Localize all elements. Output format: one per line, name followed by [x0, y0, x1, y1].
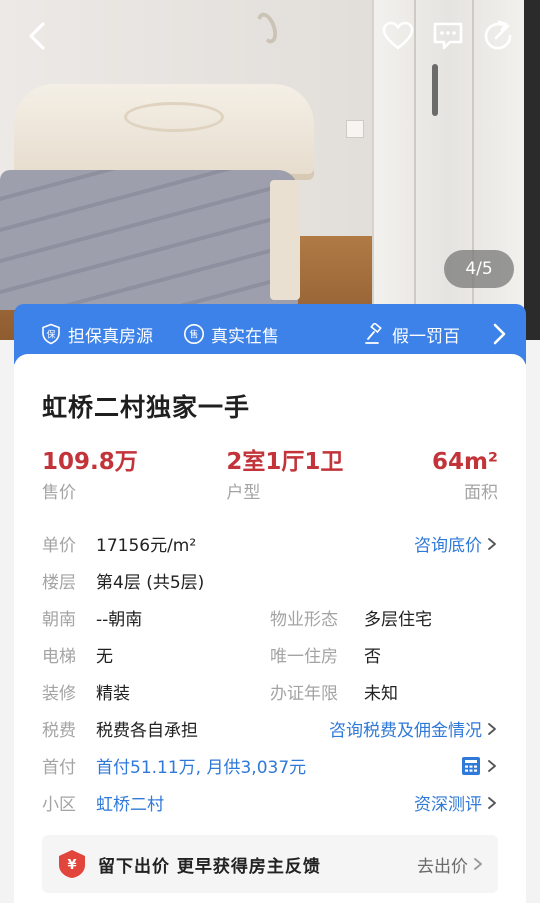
- photo-outlet: [346, 120, 364, 138]
- stat-label: 面积: [463, 483, 498, 503]
- community-link[interactable]: 虹桥二村: [96, 790, 164, 815]
- stat-label: 售价: [42, 483, 76, 503]
- guarantee-label: 担保真房源: [68, 326, 153, 347]
- shield-icon: 保: [42, 323, 60, 345]
- chevron-right-icon: [488, 722, 496, 735]
- row-key: 朝南: [42, 610, 76, 630]
- svg-text:¥: ¥: [67, 858, 76, 873]
- row-key: 办证年限: [270, 684, 338, 704]
- guarantee-item-real-listing[interactable]: 保 担保真房源: [40, 322, 153, 347]
- guarantee-label: 真实在售: [211, 326, 279, 347]
- offer-badge-icon: ¥: [59, 850, 85, 878]
- row-unit-price: 单价 17156元/m² 咨询底价: [42, 525, 498, 562]
- row-tax: 税费 税费各自承担 咨询税费及佣金情况: [42, 710, 498, 747]
- make-offer-banner[interactable]: ¥ 留下出价 更早获得房主反馈 去出价: [42, 835, 498, 893]
- stat-label: 户型: [226, 483, 261, 503]
- go-offer-button[interactable]: 去出价: [417, 852, 484, 877]
- stat-area: 64m² 面积: [432, 448, 498, 503]
- svg-text:售: 售: [189, 329, 198, 341]
- offer-text: 留下出价 更早获得房主反馈: [98, 856, 321, 877]
- ask-base-price-link[interactable]: 咨询底价: [414, 531, 498, 556]
- row-down-payment: 首付 首付51.11万, 月供3,037元: [42, 747, 498, 784]
- stat-price: 109.8万 售价: [42, 448, 138, 503]
- photo-headboard: [14, 84, 314, 180]
- guarantee-item-penalty[interactable]: 假一罚百: [364, 322, 460, 347]
- calculator-icon: [462, 756, 480, 775]
- guarantee-item-on-sale[interactable]: 售 真实在售: [183, 322, 279, 347]
- stat-value: 64m²: [431, 449, 498, 475]
- listing-photo[interactable]: 4/5: [0, 0, 540, 340]
- stat-value: 2室1厅1卫: [226, 449, 344, 475]
- favorite-heart-icon[interactable]: [380, 18, 416, 54]
- row-key: 电梯: [42, 647, 76, 667]
- row-key: 单价: [42, 536, 76, 556]
- row-key: 首付: [42, 758, 76, 778]
- row-decoration: 装修 精装 办证年限 未知: [42, 673, 498, 710]
- row-key: 装修: [42, 684, 76, 704]
- stat-layout: 2室1厅1卫 户型: [226, 448, 343, 503]
- chevron-right-icon: [488, 796, 496, 809]
- listing-title: 虹桥二村独家一手: [42, 393, 251, 422]
- ask-tax-link[interactable]: 咨询税费及佣金情况: [329, 716, 498, 741]
- row-key: 税费: [42, 721, 76, 741]
- back-icon[interactable]: [20, 18, 56, 54]
- chevron-right-icon: [488, 537, 496, 550]
- row-elevator: 电梯无 唯一住房 否: [42, 636, 498, 673]
- stat-value: 109.8万: [42, 449, 138, 475]
- down-payment-link[interactable]: 首付51.11万, 月供3,037元: [96, 753, 306, 778]
- calculator-button[interactable]: [460, 755, 498, 777]
- photo-bed: [0, 170, 298, 310]
- row-value: --朝南: [96, 610, 143, 630]
- share-icon[interactable]: [480, 18, 516, 54]
- row-value: 17156元/m²: [96, 536, 197, 556]
- row-key: 楼层: [42, 573, 76, 593]
- svg-text:保: 保: [46, 329, 55, 341]
- photo-doorframe: [524, 0, 540, 340]
- row-floor: 楼层 第4层 (共5层): [42, 562, 498, 599]
- key-stats: 109.8万 售价 2室1厅1卫 户型 64m² 面积: [42, 448, 498, 503]
- link-label: 资深测评: [414, 795, 482, 815]
- row-key: 唯一住房: [270, 647, 338, 667]
- row-value: 否: [364, 647, 381, 667]
- gavel-icon: [365, 323, 382, 344]
- guarantee-label: 假一罚百: [392, 326, 460, 347]
- photo-counter: 4/5: [444, 250, 514, 288]
- row-value: 税费各自承担: [96, 721, 198, 741]
- row-value: 未知: [364, 684, 398, 704]
- row-orientation: 朝南 --朝南 物业形态 多层住宅: [42, 599, 498, 636]
- photo-bedframe: [270, 180, 300, 300]
- row-value: 第4层 (共5层): [96, 573, 205, 593]
- chevron-right-icon: [474, 858, 482, 870]
- sale-badge-icon: 售: [184, 324, 204, 344]
- link-label: 咨询底价: [414, 536, 482, 556]
- row-value: 无: [96, 647, 113, 667]
- detail-rows: 单价 17156元/m² 咨询底价 楼层 第4层 (共5层) 朝南 --朝南 物业…: [42, 525, 498, 821]
- message-icon[interactable]: [430, 18, 466, 54]
- go-offer-label: 去出价: [417, 856, 468, 877]
- row-key: 小区: [42, 795, 76, 815]
- link-label: 咨询税费及佣金情况: [329, 721, 482, 741]
- row-value: 精装: [96, 684, 130, 704]
- listing-card: 虹桥二村独家一手 109.8万 售价 2室1厅1卫 户型 64m² 面积 单价 …: [14, 354, 526, 903]
- chevron-right-icon: [488, 759, 496, 772]
- row-community: 小区 虹桥二村 资深测评: [42, 784, 498, 821]
- row-key: 物业形态: [270, 610, 338, 630]
- row-value: 多层住宅: [364, 610, 432, 630]
- expert-review-link[interactable]: 资深测评: [414, 790, 498, 815]
- chevron-right-icon[interactable]: [486, 321, 512, 347]
